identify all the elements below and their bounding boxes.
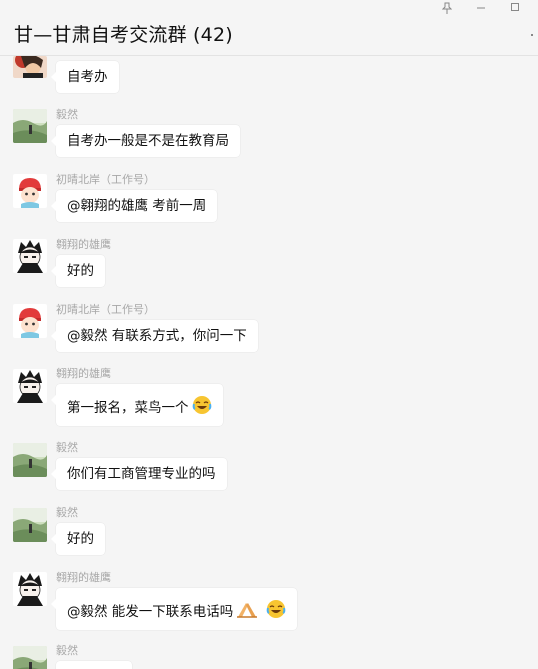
sender-name: 初晴北岸（工作号） (56, 303, 155, 316)
message-bubble[interactable]: 好的 (51, 255, 105, 287)
landscape-avatar (13, 443, 47, 477)
message-bubble[interactable]: 第一报名，菜鸟一个 (51, 384, 223, 426)
praying-hands-emoji (236, 599, 258, 625)
sender-name: 毅然 (56, 506, 78, 519)
message-text: @毅然 能发一下联系电话吗 (67, 604, 234, 620)
more-icon[interactable] (531, 34, 535, 38)
message-bubble[interactable]: @毅然 能发一下联系电话吗 (50, 588, 298, 630)
avatar[interactable] (13, 508, 47, 542)
message-bubble[interactable]: @毅然 有联系方式，你问一下 (51, 320, 258, 352)
anime-boy-avatar (13, 369, 47, 403)
maximize-icon[interactable] (507, 2, 523, 16)
chat-title: 甘—甘肃自考交流群 (42) (14, 24, 233, 46)
avatar[interactable] (13, 572, 47, 606)
sender-name: 初晴北岸（工作号） (56, 173, 155, 186)
sender-name: 翱翔的雄鹰 (56, 238, 111, 251)
red-flower-avatar (13, 56, 47, 78)
message-bubble[interactable]: @翱翔的雄鹰 考前一周 (50, 190, 218, 222)
laughing-tears-emoji (192, 395, 212, 421)
avatar[interactable] (13, 109, 47, 143)
laughing-tears-emoji (266, 599, 286, 625)
landscape-avatar (13, 109, 47, 143)
sender-name: 翱翔的雄鹰 (56, 571, 111, 584)
landscape-avatar (13, 646, 47, 669)
sender-name: 毅然 (56, 108, 78, 121)
avatar[interactable] (13, 56, 47, 78)
landscape-avatar (13, 508, 47, 542)
pin-icon[interactable] (439, 2, 455, 16)
message-bubble[interactable]: 好的 (51, 523, 105, 555)
message-bubble[interactable] (56, 661, 132, 669)
sender-name: 翱翔的雄鹰 (56, 367, 111, 380)
message-bubble[interactable]: 自考办 (51, 61, 119, 93)
cartoon-girl-avatar (13, 304, 47, 338)
avatar[interactable] (13, 369, 47, 403)
anime-boy-avatar (13, 239, 47, 273)
avatar[interactable] (13, 443, 47, 477)
avatar[interactable] (13, 646, 47, 669)
anime-boy-avatar (13, 572, 47, 606)
message-bubble[interactable]: 你们有工商管理专业的吗 (51, 458, 227, 490)
cartoon-girl-avatar (13, 174, 47, 208)
chat-header: 甘—甘肃自考交流群 (42) (0, 0, 538, 56)
message-list[interactable]: 自考办 毅然 自考办一般是不是在教育局 初晴北岸（工作号） @翱翔的雄鹰 考前一… (0, 56, 538, 669)
avatar[interactable] (13, 239, 47, 273)
message-text: 第一报名，菜鸟一个 (67, 400, 189, 416)
minimize-icon[interactable] (473, 2, 489, 16)
avatar[interactable] (13, 174, 47, 208)
avatar[interactable] (13, 304, 47, 338)
message-bubble[interactable]: 自考办一般是不是在教育局 (51, 125, 240, 157)
sender-name: 毅然 (56, 441, 78, 454)
sender-name: 毅然 (56, 644, 78, 657)
